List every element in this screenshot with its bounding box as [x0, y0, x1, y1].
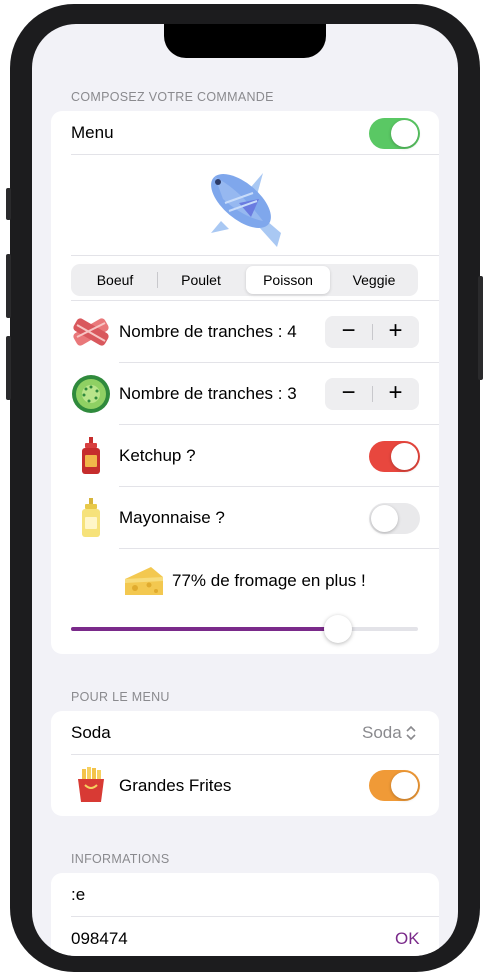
segment-veggie[interactable]: Veggie [332, 266, 416, 294]
soda-label: Soda [71, 723, 111, 742]
menu-card: Soda Soda Grandes Frites [51, 711, 439, 816]
volume-down-button [6, 336, 11, 400]
segment-boeuf[interactable]: Boeuf [73, 266, 157, 294]
phone-field-row: 098474 OK [51, 917, 439, 956]
segment-row: Boeuf Poulet Poisson Veggie [51, 256, 439, 301]
ok-button[interactable]: OK [395, 929, 420, 949]
fries-toggle[interactable] [369, 770, 420, 801]
power-button [478, 276, 483, 380]
fries-label: Grandes Frites [119, 776, 232, 795]
menu-row: Menu [51, 111, 439, 155]
menu-label: Menu [71, 123, 114, 142]
fish-icon [211, 173, 281, 247]
soda-row[interactable]: Soda Soda [51, 711, 439, 755]
mayonnaise-row: Mayonnaise ? [51, 487, 439, 549]
bacon-icon [73, 318, 109, 346]
notch [164, 24, 326, 58]
cheese-label: 77% de fromage en plus ! [172, 571, 366, 590]
bacon-decrement-button[interactable]: − [325, 316, 372, 348]
cucumber-decrement-button[interactable]: − [325, 378, 372, 410]
cheese-icon [125, 567, 163, 595]
bacon-slices-label: Nombre de tranches : 4 [119, 322, 297, 341]
cucumber-icon [72, 375, 110, 413]
volume-up-button [6, 254, 11, 318]
cheese-slider-row [51, 611, 439, 654]
cucumber-increment-button[interactable]: + [372, 378, 419, 410]
cucumber-slices-label: Nombre de tranches : 3 [119, 384, 297, 403]
soda-picker-value[interactable]: Soda [362, 723, 402, 743]
fries-row: Grandes Frites [51, 755, 439, 816]
cheese-slider-fill [71, 627, 339, 631]
menu-toggle[interactable] [369, 118, 420, 149]
name-input[interactable]: :e [71, 885, 85, 905]
bacon-increment-button[interactable]: + [372, 316, 419, 348]
ketchup-row: Ketchup ? [51, 425, 439, 487]
cucumber-row: Nombre de tranches : 3 − + [51, 363, 439, 425]
dish-image-row [51, 155, 439, 256]
ketchup-toggle[interactable] [369, 441, 420, 472]
mayonnaise-bottle-icon [82, 498, 100, 537]
chevron-up-down-icon [406, 725, 416, 741]
order-card: Menu Boeuf Poulet Poisson Veggie Nombre … [51, 111, 439, 654]
phone-input[interactable]: 098474 [71, 929, 128, 949]
cucumber-stepper: − + [325, 378, 419, 410]
bacon-row: Nombre de tranches : 4 − + [51, 301, 439, 363]
order-section-header: COMPOSEZ VOTRE COMMANDE [71, 90, 274, 104]
fries-icon [78, 767, 104, 802]
segment-poulet[interactable]: Poulet [158, 266, 244, 294]
app-screen: COMPOSEZ VOTRE COMMANDE Menu Boeuf Poule… [32, 24, 458, 956]
ketchup-bottle-icon [82, 437, 100, 474]
menu-section-header: POUR LE MENU [71, 690, 170, 704]
info-section-header: INFORMATIONS [71, 852, 170, 866]
mayonnaise-label: Mayonnaise ? [119, 508, 225, 527]
name-field-row: :e [51, 873, 439, 917]
mayonnaise-toggle[interactable] [369, 503, 420, 534]
segment-poisson[interactable]: Poisson [246, 266, 330, 294]
info-card: :e 098474 OK [51, 873, 439, 956]
meat-segmented-control: Boeuf Poulet Poisson Veggie [71, 264, 418, 296]
mute-switch [6, 188, 11, 220]
ketchup-label: Ketchup ? [119, 446, 196, 465]
bacon-stepper: − + [325, 316, 419, 348]
cheese-row: 77% de fromage en plus ! [51, 549, 439, 611]
cheese-slider-thumb[interactable] [324, 615, 353, 643]
